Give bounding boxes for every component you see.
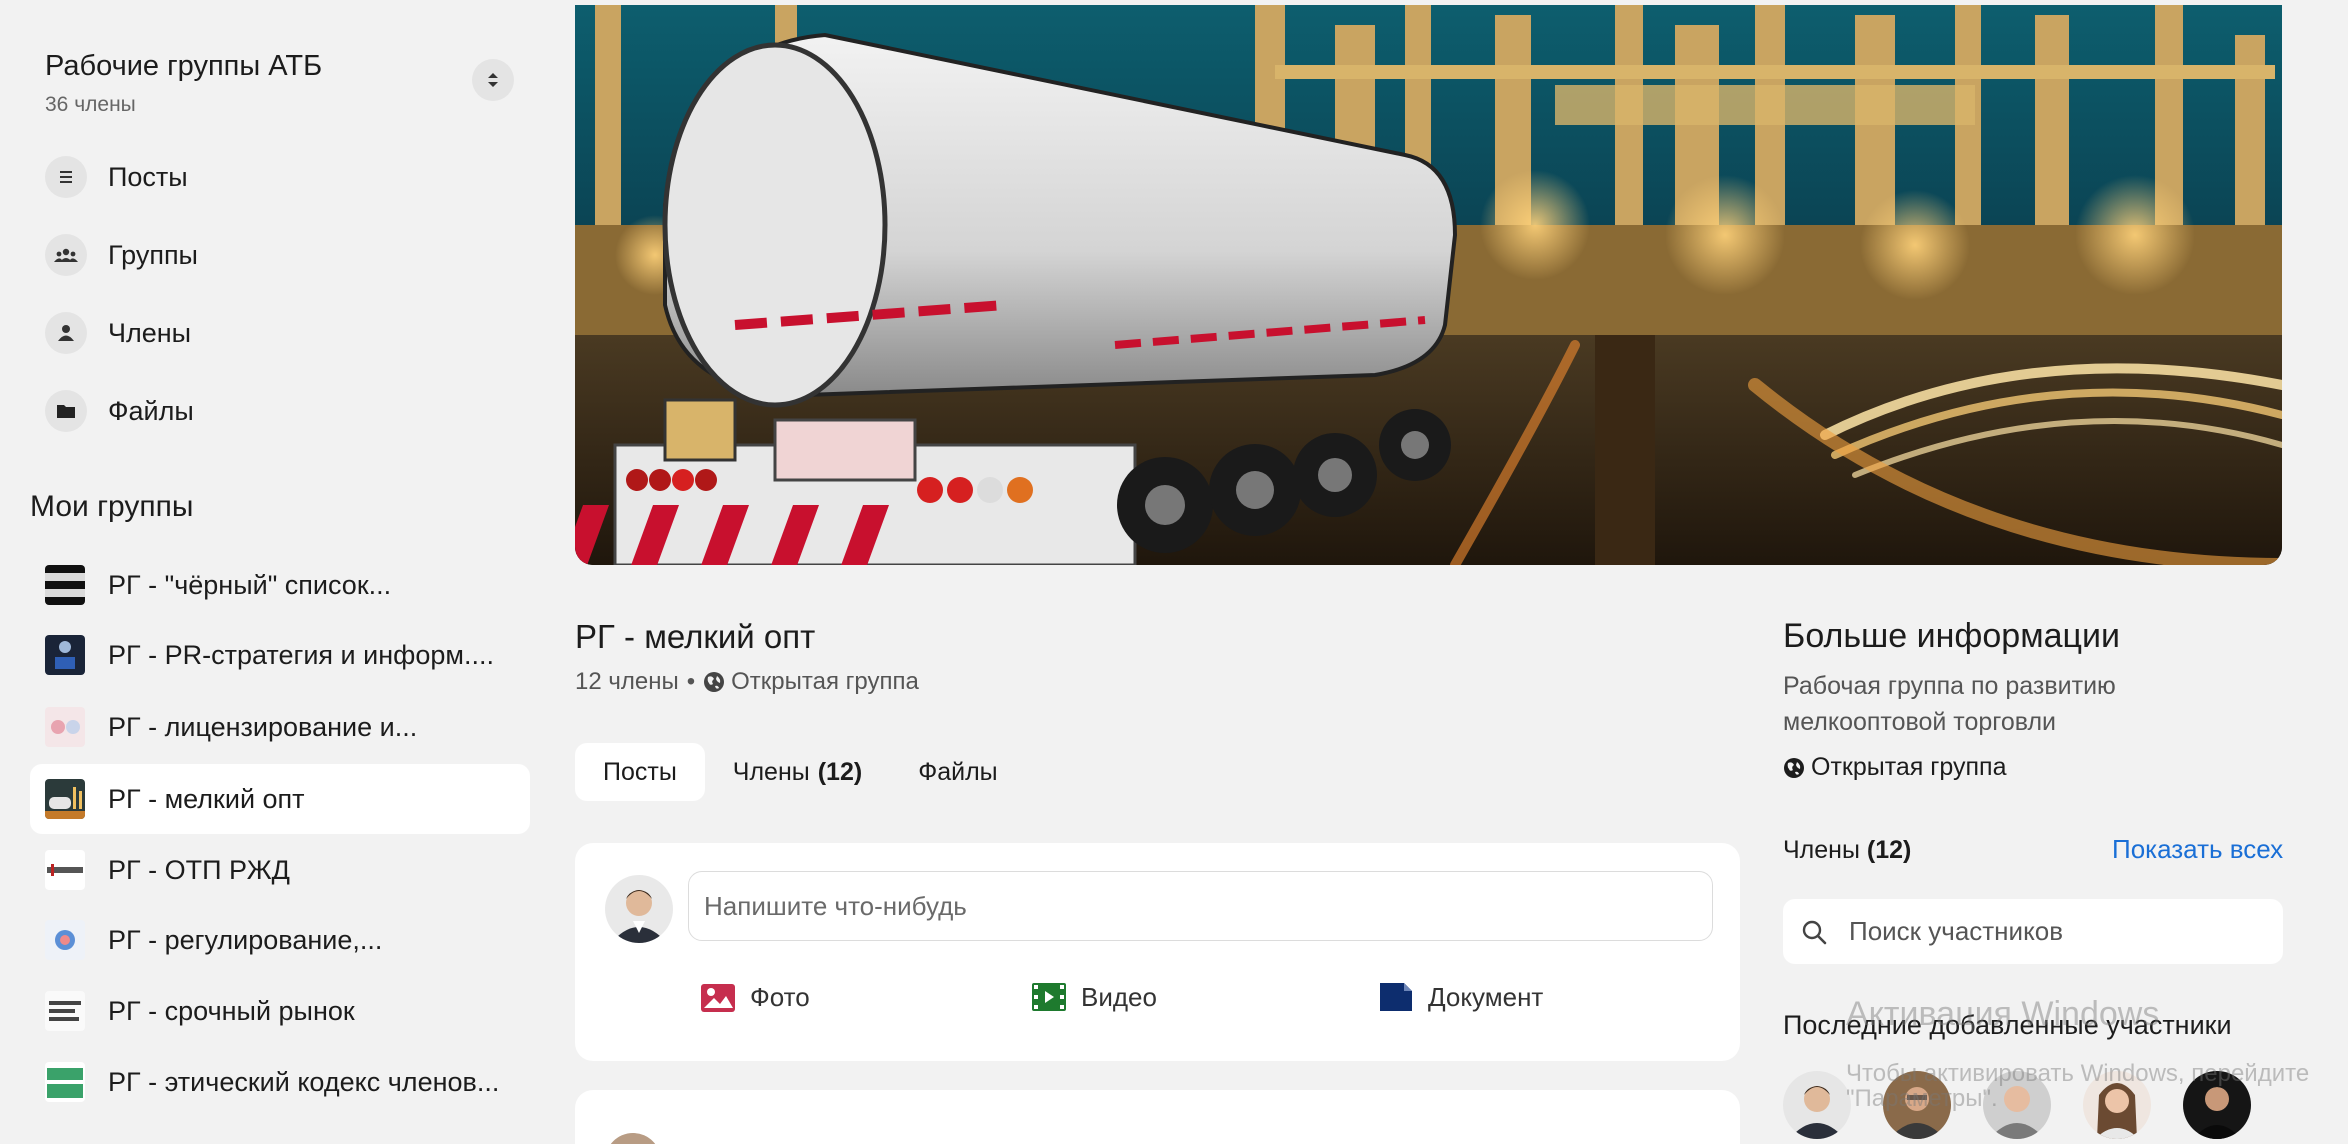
attach-video-label: Видео [1081,981,1157,1012]
folder-icon [45,390,87,432]
group-type: Открытая группа [731,668,919,695]
groups-icon [45,234,87,276]
nav-label-groups: Группы [108,239,198,270]
attach-photo-button[interactable]: Фото [700,981,810,1013]
tab-members[interactable]: Члены (12) [705,743,890,801]
group-thumbnail [45,991,85,1031]
avatar[interactable] [2183,1071,2251,1139]
post-composer: Фото Видео Документ [575,843,1740,1061]
group-thumbnail [45,779,85,819]
workspace-members: 36 члены [45,93,136,116]
workspace-switch-button[interactable] [472,59,514,101]
group-item-ethics-code[interactable]: РГ - этический кодекс членов... [30,1047,530,1117]
group-item-licensing[interactable]: РГ - лицензирование и... [30,692,530,762]
tab-label: Члены [732,757,810,786]
group-thumbnail [45,920,85,960]
tab-label: Файлы [918,757,998,786]
video-icon [1031,981,1067,1013]
nav-item-files[interactable]: Файлы [45,386,194,436]
group-item-label: РГ - мелкий опт [108,783,305,814]
nav-item-members[interactable]: Члены [45,308,191,358]
avatar [605,1133,661,1144]
show-all-members-link[interactable]: Показать всех [2112,834,2283,865]
recent-members-title: Последние добавленные участники [1783,1010,2232,1040]
group-thumbnail [45,565,85,605]
group-item-small-wholesale[interactable]: РГ - мелкий опт [30,764,530,834]
chevron-updown-icon [488,73,498,87]
group-item-futures[interactable]: РГ - срочный рынок [30,976,530,1046]
members-label: Члены [1783,836,1860,864]
group-item-label: РГ - ОТП РЖД [108,854,290,885]
tab-count: (12) [817,757,863,786]
group-thumbnail [45,1062,85,1102]
avatar[interactable] [1783,1071,1851,1139]
search-icon [1802,920,1827,944]
member-search[interactable] [1783,899,2283,964]
photo-icon [700,981,736,1013]
avatar[interactable] [1883,1071,1951,1139]
avatar[interactable] [2083,1071,2151,1139]
recent-members-list [1783,1071,2283,1139]
group-item-label: РГ - срочный рынок [108,995,355,1026]
group-item-label: РГ - PR-стратегия и информ.... [108,639,494,670]
globe-icon [1783,757,1805,779]
member-icon [45,312,87,354]
group-title: РГ - мелкий опт [575,618,816,655]
group-item-label: РГ - этический кодекс членов... [108,1066,500,1097]
info-title: Больше информации [1783,617,2120,655]
globe-icon [703,671,725,693]
avatar [605,875,673,943]
tab-files[interactable]: Файлы [890,743,1025,801]
nav-label-posts: Посты [108,161,188,192]
group-thumbnail [45,850,85,890]
nav-item-groups[interactable]: Группы [45,230,198,280]
group-item-label: РГ - лицензирование и... [108,711,418,742]
nav-label-files: Файлы [108,395,194,426]
nav-item-posts[interactable]: Посты [45,152,188,202]
group-item-pr-strategy[interactable]: РГ - PR-стратегия и информ.... [30,620,530,690]
group-meta: 12 члены • Открытая группа [575,668,919,696]
attach-video-button[interactable]: Видео [1031,981,1157,1013]
post-input[interactable] [688,871,1713,941]
attach-document-button[interactable]: Документ [1378,981,1543,1013]
post-card [575,1090,1740,1144]
group-member-count: 12 члены [575,668,679,695]
group-item-otp-rzd[interactable]: РГ - ОТП РЖД [30,835,530,905]
group-item-regulation[interactable]: РГ - регулирование,... [30,905,530,975]
sidebar: Рабочие группы АТБ 36 члены Посты Группы… [0,0,545,1144]
group-thumbnail [45,707,85,747]
document-icon [1378,981,1414,1013]
info-group-type: Открытая группа [1783,753,2006,782]
members-heading: Члены (12) [1783,836,1911,865]
posts-icon [45,156,87,198]
workspace-header: Рабочие группы АТБ 36 члены [45,50,520,120]
my-groups-title: Мои группы [30,490,194,523]
group-item-blacklist[interactable]: РГ - "чёрный" список... [30,550,530,620]
avatar[interactable] [1983,1071,2051,1139]
group-thumbnail [45,635,85,675]
tab-posts[interactable]: Посты [575,743,705,801]
nav-label-members: Члены [108,317,192,348]
attach-photo-label: Фото [750,981,810,1012]
workspace-title: Рабочие группы АТБ [45,50,323,82]
info-type-label: Открытая группа [1811,753,2007,781]
group-tabs: Посты Члены (12) Файлы [575,743,1026,801]
attach-document-label: Документ [1428,981,1544,1012]
group-item-label: РГ - "чёрный" список... [108,569,392,600]
group-cover-image [575,5,2282,565]
group-description: Рабочая группа по развитию мелкооптовой … [1783,672,2116,736]
tab-label: Посты [603,757,677,786]
member-search-input[interactable] [1849,916,2269,947]
group-item-label: РГ - регулирование,... [108,924,383,955]
members-count: (12) [1866,836,1912,864]
meta-separator: • [686,668,696,695]
